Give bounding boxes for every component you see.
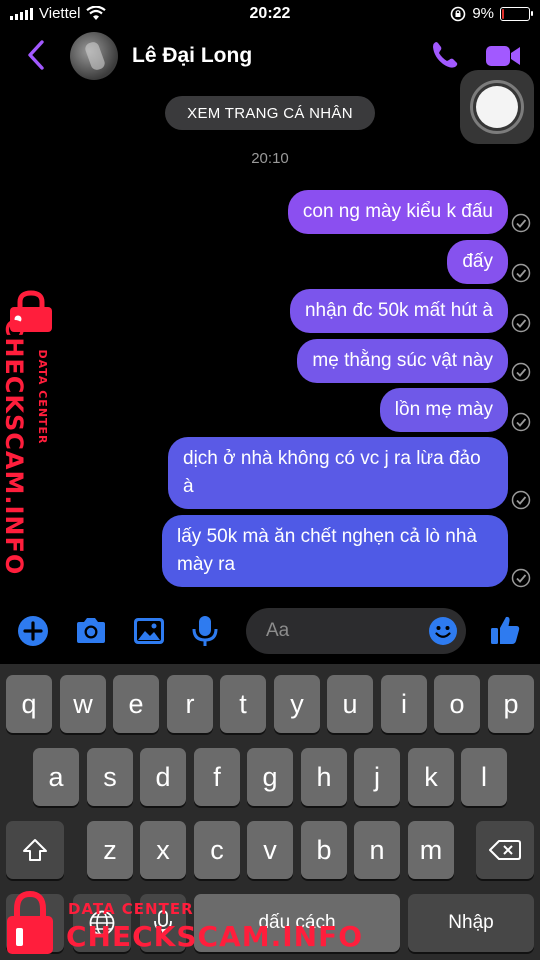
chat-header: Lê Đại Long bbox=[0, 30, 540, 86]
key-a[interactable]: a bbox=[33, 748, 79, 806]
battery-percent: 9% bbox=[472, 5, 494, 22]
key-z[interactable]: z bbox=[87, 821, 133, 879]
orientation-lock-icon bbox=[451, 6, 466, 21]
backspace-key[interactable] bbox=[476, 821, 534, 879]
microphone-icon[interactable] bbox=[188, 614, 222, 648]
seen-check-icon bbox=[511, 263, 531, 283]
key-d[interactable]: d bbox=[140, 748, 186, 806]
gallery-icon[interactable] bbox=[132, 614, 166, 648]
watermark-brand: CHECKSCAM.INFO bbox=[0, 318, 28, 576]
seen-check-icon bbox=[511, 313, 531, 333]
battery-icon bbox=[500, 6, 533, 21]
message-timestamp: 20:10 bbox=[251, 150, 289, 167]
seen-check-icon bbox=[511, 213, 531, 233]
view-profile-button[interactable]: XEM TRANG CÁ NHÂN bbox=[165, 96, 375, 130]
thumbs-up-icon[interactable] bbox=[488, 614, 522, 648]
message-bubble[interactable]: mẹ thằng súc vật này bbox=[297, 339, 508, 383]
seen-check-icon bbox=[511, 412, 531, 432]
key-t[interactable]: t bbox=[220, 675, 266, 733]
key-k[interactable]: k bbox=[408, 748, 454, 806]
key-l[interactable]: l bbox=[461, 748, 507, 806]
key-x[interactable]: x bbox=[140, 821, 186, 879]
message-bubble[interactable]: dịch ở nhà không có vc j ra lừa đảo à bbox=[168, 437, 508, 509]
key-u[interactable]: u bbox=[327, 675, 373, 733]
message-input[interactable] bbox=[266, 619, 416, 643]
key-e[interactable]: e bbox=[113, 675, 159, 733]
assistive-touch-button[interactable] bbox=[460, 70, 534, 144]
watermark-tagline: DATA CENTER bbox=[68, 900, 194, 918]
emoji-icon[interactable] bbox=[428, 616, 458, 646]
key-c[interactable]: c bbox=[194, 821, 240, 879]
return-key[interactable]: Nhập bbox=[408, 894, 534, 952]
message-bubble[interactable]: lấy 50k mà ăn chết nghẹn cả lò nhà mày r… bbox=[162, 515, 508, 587]
avatar[interactable] bbox=[70, 32, 118, 80]
key-s[interactable]: s bbox=[87, 748, 133, 806]
key-j[interactable]: j bbox=[354, 748, 400, 806]
key-h[interactable]: h bbox=[301, 748, 347, 806]
phone-icon[interactable] bbox=[428, 38, 462, 72]
assistive-touch-dot bbox=[476, 86, 518, 128]
key-i[interactable]: i bbox=[381, 675, 427, 733]
key-p[interactable]: p bbox=[488, 675, 534, 733]
lock-icon bbox=[7, 890, 53, 954]
contact-name[interactable]: Lê Đại Long bbox=[132, 44, 252, 68]
status-bar: Viettel 20:22 9% bbox=[0, 0, 540, 30]
video-camera-icon[interactable] bbox=[484, 42, 522, 70]
backspace-icon bbox=[489, 840, 521, 860]
message-bubble[interactable]: con ng mày kiểu k đấu bbox=[287, 190, 508, 234]
seen-check-icon bbox=[511, 362, 531, 382]
key-w[interactable]: w bbox=[60, 675, 106, 733]
message-composer bbox=[0, 604, 540, 660]
key-r[interactable]: r bbox=[167, 675, 213, 733]
key-v[interactable]: v bbox=[247, 821, 293, 879]
message-input-container bbox=[246, 608, 466, 654]
message-bubble[interactable]: nhận đc 50k mất hút à bbox=[289, 289, 508, 333]
key-o[interactable]: o bbox=[434, 675, 480, 733]
shift-arrow-icon bbox=[23, 839, 47, 861]
key-f[interactable]: f bbox=[194, 748, 240, 806]
key-y[interactable]: y bbox=[274, 675, 320, 733]
seen-check-icon bbox=[511, 490, 531, 510]
shift-key[interactable] bbox=[6, 821, 64, 879]
watermark-bottom: DATA CENTER CHECKSCAM.INFO bbox=[2, 886, 362, 960]
watermark-brand: CHECKSCAM.INFO bbox=[66, 920, 364, 953]
key-q[interactable]: q bbox=[6, 675, 52, 733]
key-g[interactable]: g bbox=[247, 748, 293, 806]
key-n[interactable]: n bbox=[354, 821, 400, 879]
plus-icon[interactable] bbox=[16, 614, 50, 648]
watermark-side: CHECKSCAM.INFO DATA CENTER bbox=[0, 290, 62, 575]
watermark-tagline: DATA CENTER bbox=[36, 349, 49, 445]
seen-check-icon bbox=[511, 568, 531, 588]
message-bubble[interactable]: đấy bbox=[447, 240, 508, 284]
camera-icon[interactable] bbox=[74, 614, 108, 648]
message-bubble[interactable]: lồn mẹ mày bbox=[379, 388, 508, 432]
key-b[interactable]: b bbox=[301, 821, 347, 879]
key-m[interactable]: m bbox=[408, 821, 454, 879]
back-chevron-icon[interactable] bbox=[22, 38, 50, 72]
